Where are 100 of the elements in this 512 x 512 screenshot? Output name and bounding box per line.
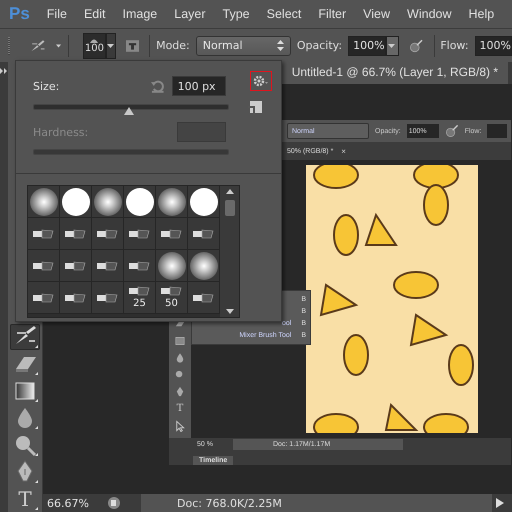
brush-tip-icon	[128, 286, 150, 296]
scroll-thumb[interactable]	[224, 200, 234, 216]
collapse-icon[interactable]	[0, 68, 8, 74]
caret-icon[interactable]	[56, 42, 62, 48]
flow-field[interactable]: 100%	[474, 36, 512, 56]
brush-size-label: 50	[165, 298, 178, 309]
brush-preset[interactable]	[92, 218, 124, 250]
brush-tip-icon	[32, 260, 54, 270]
opacity-field[interactable]: 100%	[348, 36, 386, 56]
menu-item[interactable]: Select	[266, 7, 302, 21]
size-slider[interactable]	[33, 102, 229, 116]
brush-preset[interactable]	[28, 218, 60, 250]
menu-item[interactable]: Edit	[84, 7, 106, 21]
menu-item[interactable]: Image	[122, 7, 158, 21]
menu-item[interactable]: Filter	[318, 7, 346, 21]
brush-tip-icon	[128, 228, 150, 238]
brush-preset[interactable]	[92, 186, 124, 218]
brush-preset[interactable]	[188, 218, 220, 250]
menu-item[interactable]: Layer	[174, 7, 206, 21]
soft-brush-icon	[158, 252, 186, 280]
arrow-icon[interactable]	[496, 498, 504, 508]
brush-preset[interactable]	[92, 250, 124, 282]
brush-tip-icon	[64, 260, 86, 270]
document-tab[interactable]: Untitled-1 @ 66.7% (Layer 1, RGB/8) *	[282, 62, 508, 84]
type-tool[interactable]: T	[10, 486, 40, 512]
gear-icon	[252, 75, 268, 87]
new-preset-icon[interactable]	[248, 101, 262, 115]
menu-item[interactable]: Help	[468, 7, 494, 21]
brush-preset-button[interactable]: 100	[82, 32, 106, 58]
brush-tip-icon	[64, 292, 86, 302]
size-field[interactable]: 100 px	[172, 76, 226, 96]
brush-tip-icon	[32, 228, 54, 238]
brush-tip-icon	[96, 228, 118, 238]
brush-preset[interactable]	[60, 186, 92, 218]
hard-brush-icon	[190, 188, 218, 216]
scrollbar[interactable]	[220, 186, 239, 317]
brush-preset[interactable]	[156, 218, 188, 250]
brush-preset[interactable]	[124, 218, 156, 250]
menu-item[interactable]: Window	[407, 7, 452, 21]
pen-tool-icon	[174, 385, 186, 398]
soft-brush-icon	[190, 252, 218, 280]
brush-preset[interactable]	[188, 186, 220, 218]
brush-preset[interactable]	[156, 186, 188, 218]
opacity-caret[interactable]	[386, 36, 400, 56]
scroll-down-icon[interactable]	[226, 309, 234, 314]
brush-preset[interactable]	[28, 186, 60, 218]
drop-tool-icon	[174, 351, 186, 364]
opacity-label: Opacity:	[296, 39, 342, 52]
gradient-tool-icon	[174, 334, 186, 347]
menu-item[interactable]: File	[46, 7, 67, 21]
brush-tip-icon	[32, 292, 54, 302]
hardness-field[interactable]	[176, 122, 226, 142]
grip-icon	[8, 36, 10, 54]
brush-preset[interactable]	[188, 250, 220, 282]
menu-item[interactable]: Type	[222, 7, 250, 21]
brush-preset[interactable]	[92, 282, 124, 314]
brush-tip-icon	[160, 228, 182, 238]
soft-brush-icon	[94, 188, 122, 216]
zoom-level: 66.67%	[47, 496, 87, 510]
brush-preset[interactable]	[60, 218, 92, 250]
menu-item[interactable]: View	[363, 7, 390, 21]
brush-preset[interactable]	[124, 186, 156, 218]
app-logo: Ps	[9, 4, 30, 24]
brush-preset[interactable]	[60, 282, 92, 314]
brush-preset-caret[interactable]	[106, 32, 116, 58]
brush-tip-icon	[96, 260, 118, 270]
brush-preset[interactable]	[156, 250, 188, 282]
brush-preset[interactable]	[28, 250, 60, 282]
select-tool-icon	[174, 419, 186, 432]
slider-thumb[interactable]	[124, 107, 134, 115]
hard-brush-icon	[126, 188, 154, 216]
updown-icon	[276, 40, 284, 51]
brush-preset[interactable]	[188, 282, 220, 314]
brush-preset[interactable]: 25	[124, 282, 156, 314]
settings-button[interactable]	[250, 71, 272, 91]
hard-brush-icon	[62, 188, 90, 216]
flow-field	[487, 124, 508, 138]
size-label: Size:	[33, 80, 60, 92]
brush-size-label: 25	[133, 298, 146, 309]
type-tool-icon: T	[174, 402, 186, 415]
mode-dropdown[interactable]: Normal	[196, 36, 291, 56]
brush-tip-icon	[64, 228, 86, 238]
mode-label: Mode:	[156, 39, 190, 52]
soft-brush-icon	[158, 188, 186, 216]
flow-label: Flow:	[440, 39, 469, 52]
brush-panel-icon[interactable]	[126, 38, 140, 54]
soft-brush-icon	[30, 188, 58, 216]
brush-tip-icon	[192, 292, 214, 302]
brush-preset[interactable]	[124, 250, 156, 282]
close-icon: ×	[341, 146, 346, 156]
airbrush-icon	[444, 124, 459, 138]
brush-tip-icon	[160, 286, 182, 296]
brush-preset[interactable]: 50	[156, 282, 188, 314]
scroll-up-icon[interactable]	[226, 189, 234, 194]
brush-tip-icon	[128, 260, 150, 270]
brush-tip-icon	[96, 292, 118, 302]
brush-preset[interactable]	[60, 250, 92, 282]
mixer-tool[interactable]	[10, 324, 40, 350]
status-icon[interactable]	[107, 496, 121, 510]
brush-preset[interactable]	[28, 282, 60, 314]
